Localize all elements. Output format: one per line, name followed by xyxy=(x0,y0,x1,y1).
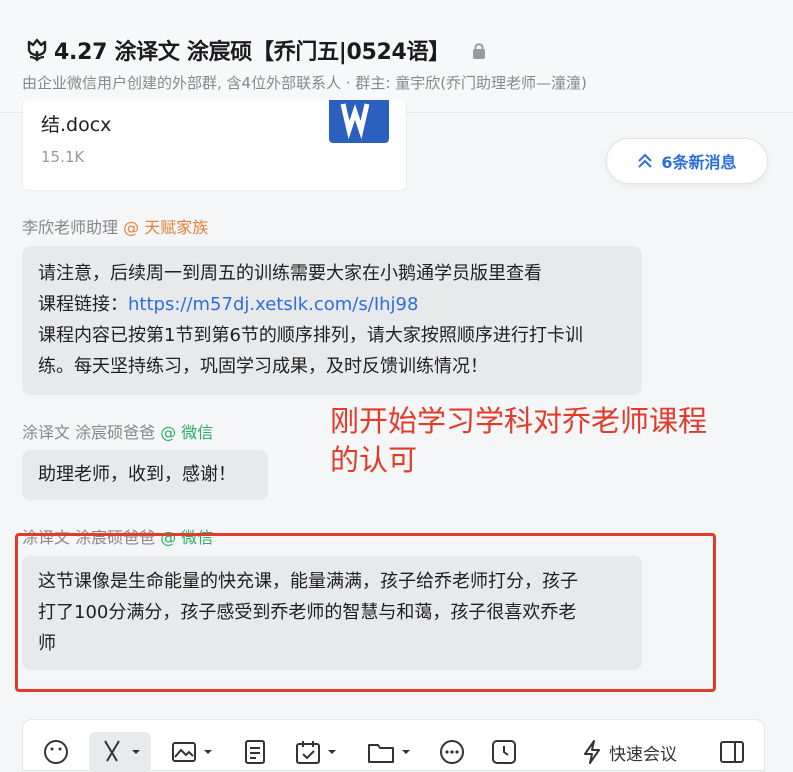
lightning-icon xyxy=(584,740,600,764)
message-bubble[interactable]: 助理老师，收到，感谢！ xyxy=(22,450,268,500)
new-messages-label: 6条新消息 xyxy=(661,153,737,172)
task-button[interactable] xyxy=(295,740,337,764)
quick-meeting-button[interactable]: 快速会议 xyxy=(581,740,677,765)
folder-button[interactable] xyxy=(367,740,411,764)
chat-subtitle: 由企业微信用户创建的外部群, 含4位外部联系人 · 群主: 童宇欣(乔门助理老师… xyxy=(22,74,587,92)
history-button[interactable] xyxy=(491,740,517,764)
new-messages-button[interactable]: 6条新消息 xyxy=(606,138,768,184)
emoji-button[interactable] xyxy=(43,740,69,764)
panel-icon xyxy=(720,741,744,763)
message-bubble[interactable]: 请注意，后续周一到周五的训练需要大家在小鹅通学员版里查看 课程链接：https:… xyxy=(22,246,642,395)
sender-tag: @ 天赋家族 xyxy=(123,218,209,237)
screenshot-button[interactable] xyxy=(99,740,141,764)
word-document-icon xyxy=(329,100,389,143)
clock-icon xyxy=(492,740,516,764)
caret-down-icon xyxy=(204,750,212,754)
chat-header: 4.27 涂译文 涂宸硕【乔门五|0524语】 由企业微信用户创建的外部群, 含… xyxy=(0,0,793,113)
annotation-text: 刚开始学习学科对乔老师课程 的认可 xyxy=(330,404,708,477)
message-sender: 涂译文 涂宸硕爸爸 @ 微信 xyxy=(22,423,214,442)
more-chat-button[interactable] xyxy=(439,740,465,764)
quick-meeting-label: 快速会议 xyxy=(609,744,677,765)
file-name: 结.docx xyxy=(41,114,112,136)
caret-down-icon xyxy=(328,750,336,754)
document-button[interactable] xyxy=(243,740,267,764)
double-chevron-up-icon xyxy=(638,153,653,168)
chat-title-row: 4.27 涂译文 涂宸硕【乔门五|0524语】 xyxy=(24,34,486,66)
image-button[interactable] xyxy=(171,740,213,764)
course-link[interactable]: https://m57dj.xetslk.com/s/Ihj98 xyxy=(128,294,418,315)
tulip-icon xyxy=(27,38,47,62)
scissors-icon xyxy=(104,740,120,762)
sidebar-toggle-button[interactable] xyxy=(719,740,745,764)
folder-icon xyxy=(368,744,394,763)
file-size: 15.1K xyxy=(41,148,85,166)
image-icon xyxy=(172,742,196,762)
lock-icon xyxy=(472,43,485,59)
sender-tag: @ 微信 xyxy=(160,423,214,442)
emoji-icon xyxy=(44,740,68,764)
file-message-card[interactable]: 结.docx 15.1K xyxy=(22,100,407,191)
chat-bubble-icon xyxy=(440,740,464,764)
message-input-area[interactable]: 快速会议 xyxy=(22,719,765,772)
calendar-check-icon xyxy=(296,741,320,764)
chat-title: 4.27 涂译文 涂宸硕【乔门五|0524语】 xyxy=(54,40,450,65)
caret-down-icon xyxy=(402,750,410,754)
annotation-highlight-box xyxy=(15,533,716,692)
caret-down-icon xyxy=(132,750,140,754)
message-sender: 李欣老师助理 @ 天赋家族 xyxy=(22,218,209,237)
document-icon xyxy=(245,740,265,764)
